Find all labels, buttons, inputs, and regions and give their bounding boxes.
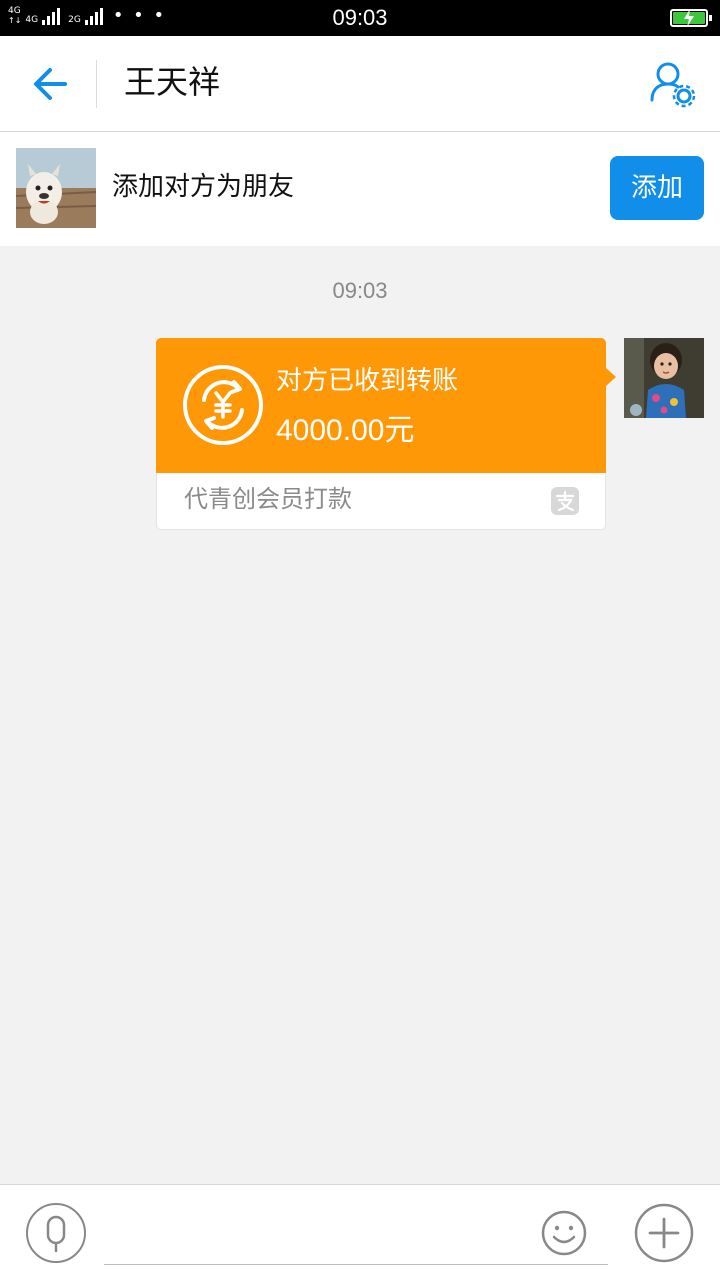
profile-settings-button[interactable] [648, 60, 696, 108]
status-time: 09:03 [332, 5, 388, 30]
transfer-yuan-icon [183, 365, 263, 445]
transfer-amount: 4000.00元 [276, 414, 415, 447]
chat-header: 王天祥 [0, 36, 720, 132]
more-actions-button[interactable] [634, 1203, 694, 1263]
add-friend-button[interactable]: 添加 [610, 156, 704, 220]
battery-icon [670, 9, 712, 27]
transfer-card-footer: 代青创会员打款 [156, 473, 606, 530]
friend-avatar[interactable] [16, 148, 96, 228]
transfer-status: 对方已收到转账 [276, 366, 459, 396]
profile-settings-icon [650, 62, 696, 108]
dog-photo [16, 148, 96, 228]
plus-icon [634, 1203, 694, 1263]
transfer-message-card[interactable]: 对方已收到转账 4000.00元 代青创会员打款 [156, 338, 616, 530]
add-friend-prompt: 添加对方为朋友 [112, 172, 295, 202]
add-friend-bar: 添加对方为朋友 添加 [0, 132, 720, 246]
message-input-bar [0, 1184, 720, 1280]
alipay-icon [551, 487, 579, 515]
bubble-tail [606, 368, 616, 386]
message-input[interactable] [104, 1201, 608, 1265]
emoji-button[interactable] [540, 1209, 588, 1257]
header-divider [96, 60, 97, 108]
transfer-note: 代青创会员打款 [184, 485, 352, 513]
back-button[interactable] [20, 58, 76, 110]
status-bar: 4G ↑↓ 4G 2G • • • 09:03 [0, 0, 720, 36]
microphone-icon [46, 1215, 66, 1253]
voice-input-button[interactable] [26, 1203, 86, 1263]
my-avatar[interactable] [624, 338, 704, 418]
chat-title: 王天祥 [124, 63, 221, 101]
child-photo [624, 338, 704, 418]
back-arrow-icon [34, 68, 67, 100]
transfer-card-header: 对方已收到转账 4000.00元 [156, 338, 606, 473]
message-timestamp: 09:03 [332, 278, 388, 303]
emoji-icon [541, 1210, 587, 1256]
